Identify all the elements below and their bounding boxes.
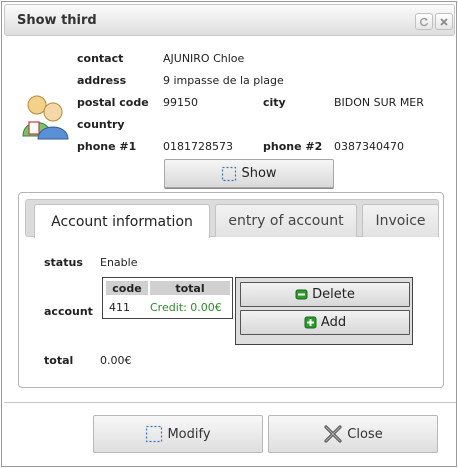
dialog-title: Show third <box>17 13 97 28</box>
tab-strip: Account information entry of account Inv… <box>25 199 439 238</box>
tab-invoice[interactable]: Invoice <box>362 204 439 237</box>
delete-icon <box>295 289 308 300</box>
tab-entry-of-account[interactable]: entry of account <box>215 204 357 237</box>
modify-icon <box>145 425 163 443</box>
contact-avatar-icon <box>20 92 70 140</box>
contact-value: AJUNIRO Chloe <box>163 52 245 65</box>
phone1-value: 0181728573 <box>163 140 233 153</box>
close-x-icon <box>323 424 343 444</box>
table-header-total: total <box>150 281 230 295</box>
phone2-value: 0387340470 <box>334 140 404 153</box>
table-cell-code[interactable]: 411 <box>109 301 130 314</box>
tabs-panel: Account information entry of account Inv… <box>18 192 444 388</box>
modify-button[interactable]: Modify <box>93 415 263 453</box>
table-header-code: code <box>106 281 148 295</box>
close-icon[interactable] <box>435 13 453 30</box>
total-value: 0.00€ <box>100 354 132 367</box>
phone2-label: phone #2 <box>263 140 323 153</box>
table-cell-total[interactable]: Credit: 0.00€ <box>150 301 222 314</box>
status-value: Enable <box>100 256 138 269</box>
refresh-icon[interactable] <box>415 13 433 30</box>
close-button-label: Close <box>347 426 383 442</box>
phone1-label: phone #1 <box>77 140 137 153</box>
tab-account-information-label: Account information <box>51 213 193 230</box>
delete-button-label: Delete <box>312 287 355 302</box>
city-label: city <box>263 96 286 109</box>
address-label: address <box>77 74 127 87</box>
dialog-titlebar[interactable]: Show third <box>4 4 455 36</box>
add-button[interactable]: Add <box>240 310 410 335</box>
footer-divider <box>4 402 456 403</box>
modify-button-label: Modify <box>167 426 211 442</box>
close-button[interactable]: Close <box>268 415 438 453</box>
add-icon <box>304 316 317 329</box>
address-value: 9 impasse de la plage <box>163 74 284 87</box>
tab-invoice-label: Invoice <box>375 213 426 229</box>
country-label: country <box>77 118 125 131</box>
postal-code-value: 99150 <box>163 96 198 109</box>
delete-button[interactable]: Delete <box>240 282 410 307</box>
status-label: status <box>44 256 83 269</box>
show-button-label: Show <box>241 166 277 181</box>
account-actions: Delete Add <box>235 277 413 345</box>
show-button[interactable]: Show <box>164 159 334 188</box>
add-button-label: Add <box>320 315 347 330</box>
account-label: account <box>44 305 93 318</box>
account-table: code total 411 Credit: 0.00€ <box>102 277 233 319</box>
contact-label: contact <box>77 52 124 65</box>
tab-entry-of-account-label: entry of account <box>228 213 344 229</box>
tab-account-information[interactable]: Account information <box>34 204 210 238</box>
city-value: BIDON SUR MER <box>334 96 424 109</box>
total-label: total <box>44 354 74 367</box>
postal-code-label: postal code <box>77 96 149 109</box>
show-third-dialog: Show third contact AJUNIRO Chloe address… <box>1 1 457 467</box>
show-icon <box>221 166 237 182</box>
